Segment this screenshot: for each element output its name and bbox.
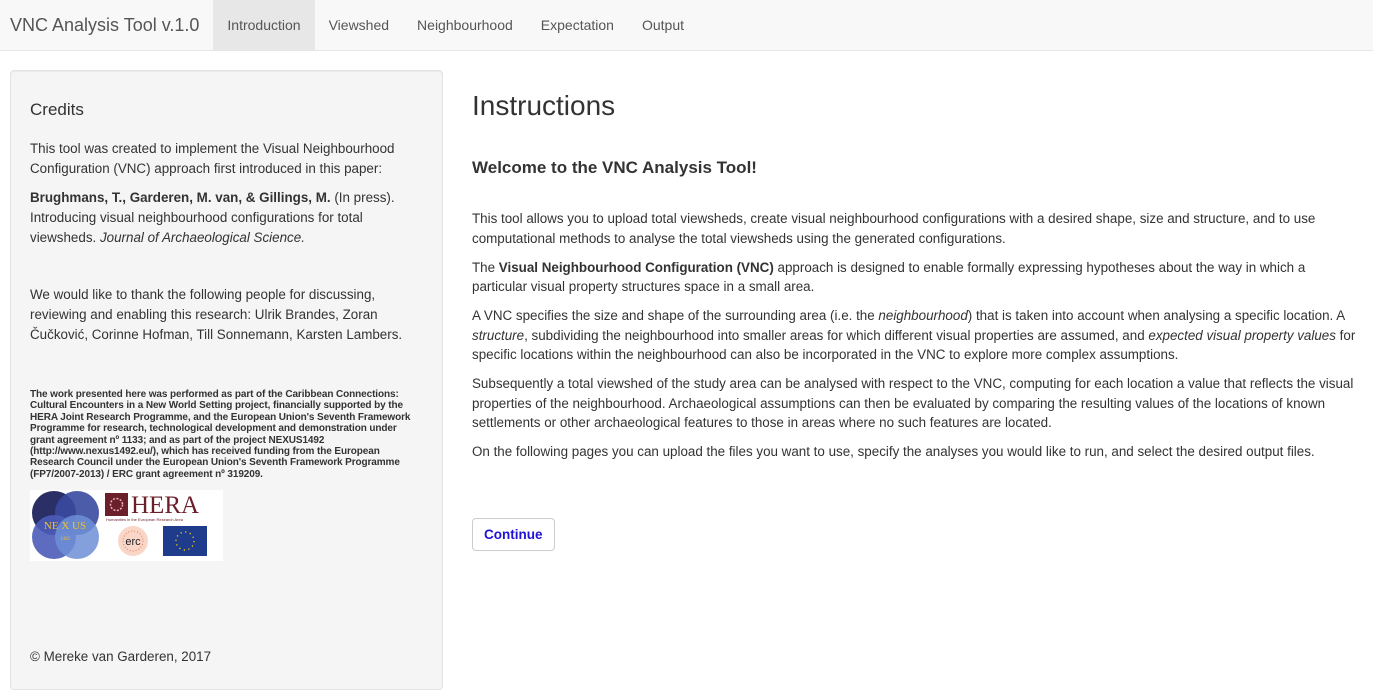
copyright-text: © Mereke van Garderen, 2017: [30, 649, 212, 664]
tab-neighbourhood[interactable]: Neighbourhood: [403, 0, 527, 50]
citation-journal: Journal of Archaeological Science.: [99, 230, 305, 245]
hera-logo: HERA Humanities in the European Research…: [105, 492, 199, 522]
tab-introduction[interactable]: Introduction: [213, 0, 315, 50]
sponsor-logos: NE X US 1492 HERA Humanities in the Euro…: [30, 490, 223, 562]
page-title: Instructions: [472, 90, 616, 121]
nexus-logo: NE X US 1492: [32, 491, 99, 560]
vnc-term: Visual Neighbourhood Configuration (VNC): [498, 259, 774, 275]
credits-title: Credits: [30, 100, 84, 119]
credits-sidebar: Credits This tool was created to impleme…: [10, 70, 443, 690]
spec-b: ) that is taken into account when analys…: [967, 308, 1345, 323]
vnc-pre: The: [472, 259, 499, 275]
hera-logo-text: HERA: [131, 492, 199, 519]
citation-authors: Brughmans, T., Garderen, M. van, & Gilli…: [30, 190, 331, 205]
nexus-logo-text: NE X US: [44, 520, 86, 532]
welcome-heading: Welcome to the VNC Analysis Tool!: [472, 158, 757, 177]
credits-thanks: We would like to thank the following peo…: [30, 287, 403, 342]
tab-expectation[interactable]: Expectation: [527, 0, 628, 50]
vnc-paragraph: The Visual Neighbourhood Configuration (…: [472, 258, 1362, 297]
navbar: VNC Analysis Tool v.1.0 Introduction Vie…: [0, 0, 1373, 51]
intro-paragraph: This tool allows you to upload total vie…: [472, 211, 1316, 246]
credits-intro: This tool was created to implement the V…: [30, 141, 395, 176]
eu-flag-icon: [163, 526, 207, 557]
credits-citation: Brughmans, T., Garderen, M. van, & Gilli…: [30, 188, 423, 248]
instructions-panel: Instructions Welcome to the VNC Analysis…: [472, 70, 1362, 551]
specification-paragraph: A VNC specifies the size and shape of th…: [472, 306, 1362, 365]
hera-logo-subtitle: Humanities in the European Research Area: [106, 517, 184, 522]
erc-logo-text: erc: [125, 536, 141, 548]
spec-a: A VNC specifies the size and shape of th…: [472, 308, 879, 323]
spec-neighbourhood: neighbourhood: [878, 308, 968, 323]
sponsor-logos-graphic: NE X US 1492 HERA Humanities in the Euro…: [32, 491, 207, 560]
analysis-paragraph: Subsequently a total viewshed of the stu…: [472, 376, 1354, 430]
nexus-logo-year: 1492: [60, 537, 71, 542]
erc-logo: erc: [118, 526, 148, 557]
tab-output[interactable]: Output: [628, 0, 698, 50]
tab-viewshed[interactable]: Viewshed: [315, 0, 403, 50]
spec-c: , subdividing the neighbourhood into sma…: [524, 327, 1149, 343]
spec-expected: expected visual property values: [1148, 327, 1336, 343]
app-brand[interactable]: VNC Analysis Tool v.1.0: [0, 0, 213, 50]
credits-funding: The work presented here was performed as…: [30, 389, 411, 480]
continue-button[interactable]: Continue: [472, 518, 555, 551]
next-steps-paragraph: On the following pages you can upload th…: [472, 444, 1315, 459]
spec-structure: structure: [472, 327, 525, 343]
